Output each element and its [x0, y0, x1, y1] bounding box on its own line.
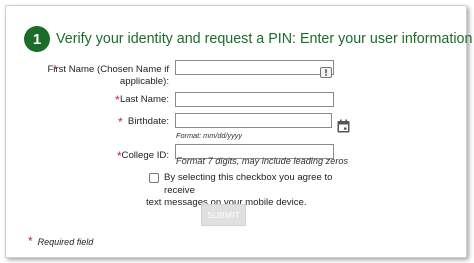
- calendar-icon[interactable]: [337, 119, 350, 133]
- first-name-label: * First Name (Chosen Name if applicable)…: [46, 64, 169, 88]
- sms-consent-line1: By selecting this checkbox you agree to …: [164, 172, 333, 196]
- required-asterisk: *: [118, 115, 123, 129]
- required-asterisk: *: [53, 63, 58, 77]
- verify-identity-card: 1 Verify your identity and request a PIN…: [5, 5, 473, 258]
- first-name-label-line1: First Name (Chosen Name if: [47, 64, 169, 75]
- birthdate-input[interactable]: [175, 113, 332, 128]
- required-asterisk: *: [117, 149, 122, 163]
- step-number-badge: 1: [24, 26, 50, 52]
- college-id-format-hint: Format 7 digits, may include leading zer…: [176, 156, 349, 166]
- birthdate-format-hint: Format: mm/dd/yyyy: [176, 131, 243, 140]
- last-name-label: * Last Name:: [46, 94, 169, 106]
- birthdate-label: * Birthdate:: [46, 116, 169, 128]
- birthdate-label-text: Birthdate:: [127, 116, 169, 127]
- college-id-label: * College ID:: [46, 150, 169, 162]
- required-field-note-text: Required field: [37, 237, 94, 247]
- last-name-label-text: Last Name:: [119, 94, 169, 105]
- required-asterisk: *: [28, 234, 33, 248]
- page-title: Verify your identity and request a PIN: …: [56, 31, 473, 47]
- college-id-label-text: College ID:: [121, 150, 169, 161]
- submit-button[interactable]: SUBMIT: [201, 204, 246, 226]
- sms-consent-checkbox[interactable]: [149, 173, 159, 183]
- last-name-input[interactable]: [175, 92, 334, 107]
- first-name-input[interactable]: [175, 60, 334, 75]
- first-name-label-line2: applicable):: [119, 76, 169, 87]
- sms-consent-text: By selecting this checkbox you agree to …: [146, 172, 344, 210]
- required-asterisk: *: [115, 93, 120, 107]
- required-field-note: * Required field: [28, 234, 93, 248]
- contact-card-icon[interactable]: [320, 67, 332, 78]
